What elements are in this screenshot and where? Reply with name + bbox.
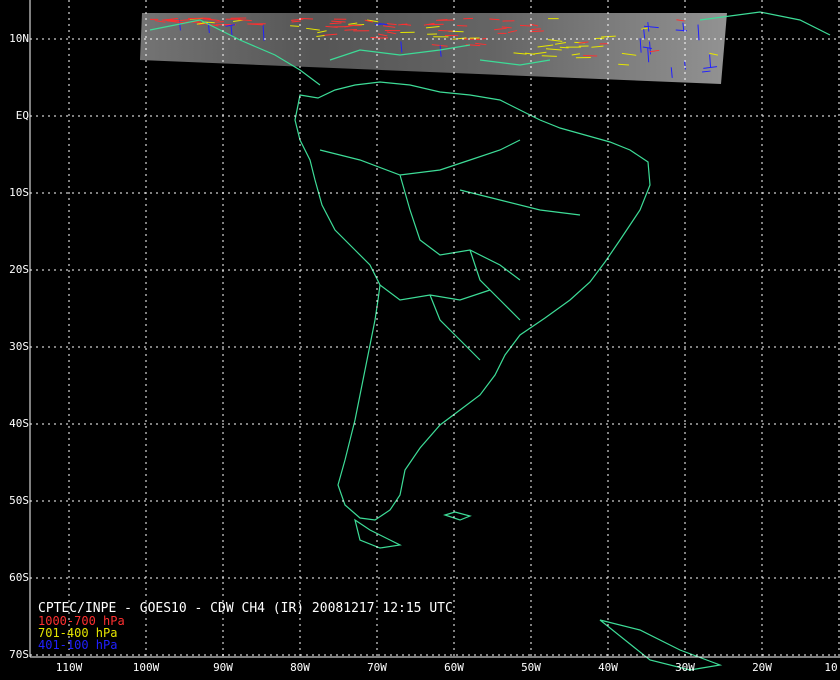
wind-barb — [519, 24, 531, 27]
lon-label-30w: 30W — [675, 661, 695, 674]
lat-label-60s: 60S — [9, 571, 29, 584]
lat-label-40s: 40S — [9, 417, 29, 430]
wind-barb — [583, 54, 598, 57]
lat-label-10n: 10N — [9, 32, 29, 45]
lat-label-50s: 50S — [9, 494, 29, 507]
wind-barb — [290, 25, 300, 27]
lon-label-60w: 60W — [444, 661, 464, 674]
lon-label-90w: 90W — [213, 661, 233, 674]
legend-level-high: 401-100 hPa — [38, 638, 118, 652]
lon-label-40w: 40W — [598, 661, 618, 674]
lon-label-10w: 10 — [824, 661, 838, 674]
lat-label-eq: EQ — [15, 109, 29, 122]
wind-barb — [374, 23, 385, 26]
lon-label-110w: 110W — [55, 661, 83, 674]
legend: CPTEC/INPE - GOES10 - CDW CH4 (IR) 20081… — [38, 602, 453, 652]
lon-label-70w: 70W — [367, 661, 387, 674]
wind-barb — [214, 21, 224, 23]
lon-label-50w: 50W — [521, 661, 541, 674]
lon-label-20w: 20W — [752, 661, 772, 674]
wind-barb — [541, 55, 557, 57]
lat-label-30s: 30S — [9, 340, 29, 353]
lat-label-10s: 10S — [9, 186, 29, 199]
lon-label-100w: 100W — [132, 661, 160, 674]
lon-label-80w: 80W — [290, 661, 310, 674]
lat-label-70s: 70S — [9, 648, 29, 661]
map-canvas — [0, 0, 840, 680]
lat-label-20s: 20S — [9, 263, 29, 276]
